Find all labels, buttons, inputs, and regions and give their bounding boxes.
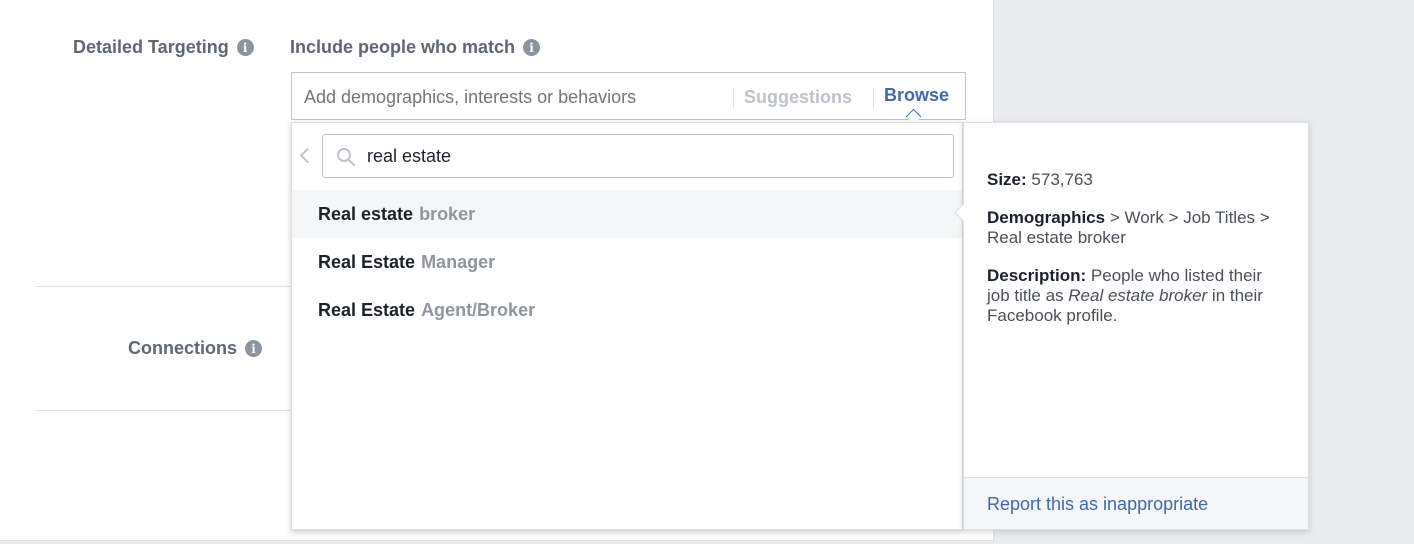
size-value: 573,763 xyxy=(1031,170,1093,189)
detailed-targeting-label: Detailed Targeting xyxy=(73,37,229,57)
search-box[interactable] xyxy=(322,134,954,178)
description-italic: Real estate broker xyxy=(1068,286,1208,305)
size-line: Size: 573,763 xyxy=(987,170,1287,190)
targeting-input[interactable] xyxy=(304,87,724,108)
suggestions-button[interactable]: Suggestions xyxy=(744,87,852,108)
result-item[interactable]: Real estate broker xyxy=(292,190,962,238)
result-match-text: Real Estate xyxy=(318,251,416,272)
targeting-dropdown: Real estate broker Real Estate Manager R… xyxy=(291,122,963,530)
include-label-row: Include people who match i xyxy=(290,37,541,58)
result-item[interactable]: Real Estate Agent/Broker xyxy=(292,286,962,334)
include-people-label: Include people who match xyxy=(290,37,516,57)
result-item[interactable]: Real Estate Manager xyxy=(292,238,962,286)
separator xyxy=(733,88,734,108)
size-label: Size: xyxy=(987,170,1027,189)
info-icon[interactable]: i xyxy=(236,39,254,56)
detail-panel: Size: 573,763 Demographics > Work > Job … xyxy=(954,122,1309,530)
category-label: Demographics xyxy=(987,208,1106,227)
result-match-text: Real estate xyxy=(318,203,414,224)
info-icon[interactable]: i xyxy=(245,340,263,357)
report-link[interactable]: Report this as inappropriate xyxy=(987,494,1208,515)
browse-button[interactable]: Browse xyxy=(884,85,949,106)
search-icon xyxy=(337,148,355,166)
result-rest-text: Manager xyxy=(421,251,496,272)
separator xyxy=(873,88,874,108)
result-match-text: Real Estate xyxy=(318,299,416,320)
connections-label-row: Connections i xyxy=(128,338,263,359)
description-line: Description: People who listed their job… xyxy=(987,266,1287,326)
info-icon[interactable]: i xyxy=(523,39,541,56)
detail-footer: Report this as inappropriate xyxy=(964,477,1308,529)
section-divider xyxy=(36,286,290,287)
result-rest-text: Agent/Broker xyxy=(421,299,536,320)
section-divider xyxy=(36,410,290,411)
detailed-targeting-field[interactable]: Suggestions Browse xyxy=(291,72,966,125)
result-rest-text: broker xyxy=(419,203,476,224)
category-line: Demographics > Work > Job Titles > Real … xyxy=(987,208,1287,248)
description-label: Description: xyxy=(987,266,1087,285)
connections-label: Connections xyxy=(128,338,238,358)
search-input[interactable] xyxy=(367,146,927,167)
detailed-targeting-label-row: Detailed Targeting i xyxy=(73,37,254,58)
chevron-left-icon[interactable] xyxy=(299,147,316,164)
